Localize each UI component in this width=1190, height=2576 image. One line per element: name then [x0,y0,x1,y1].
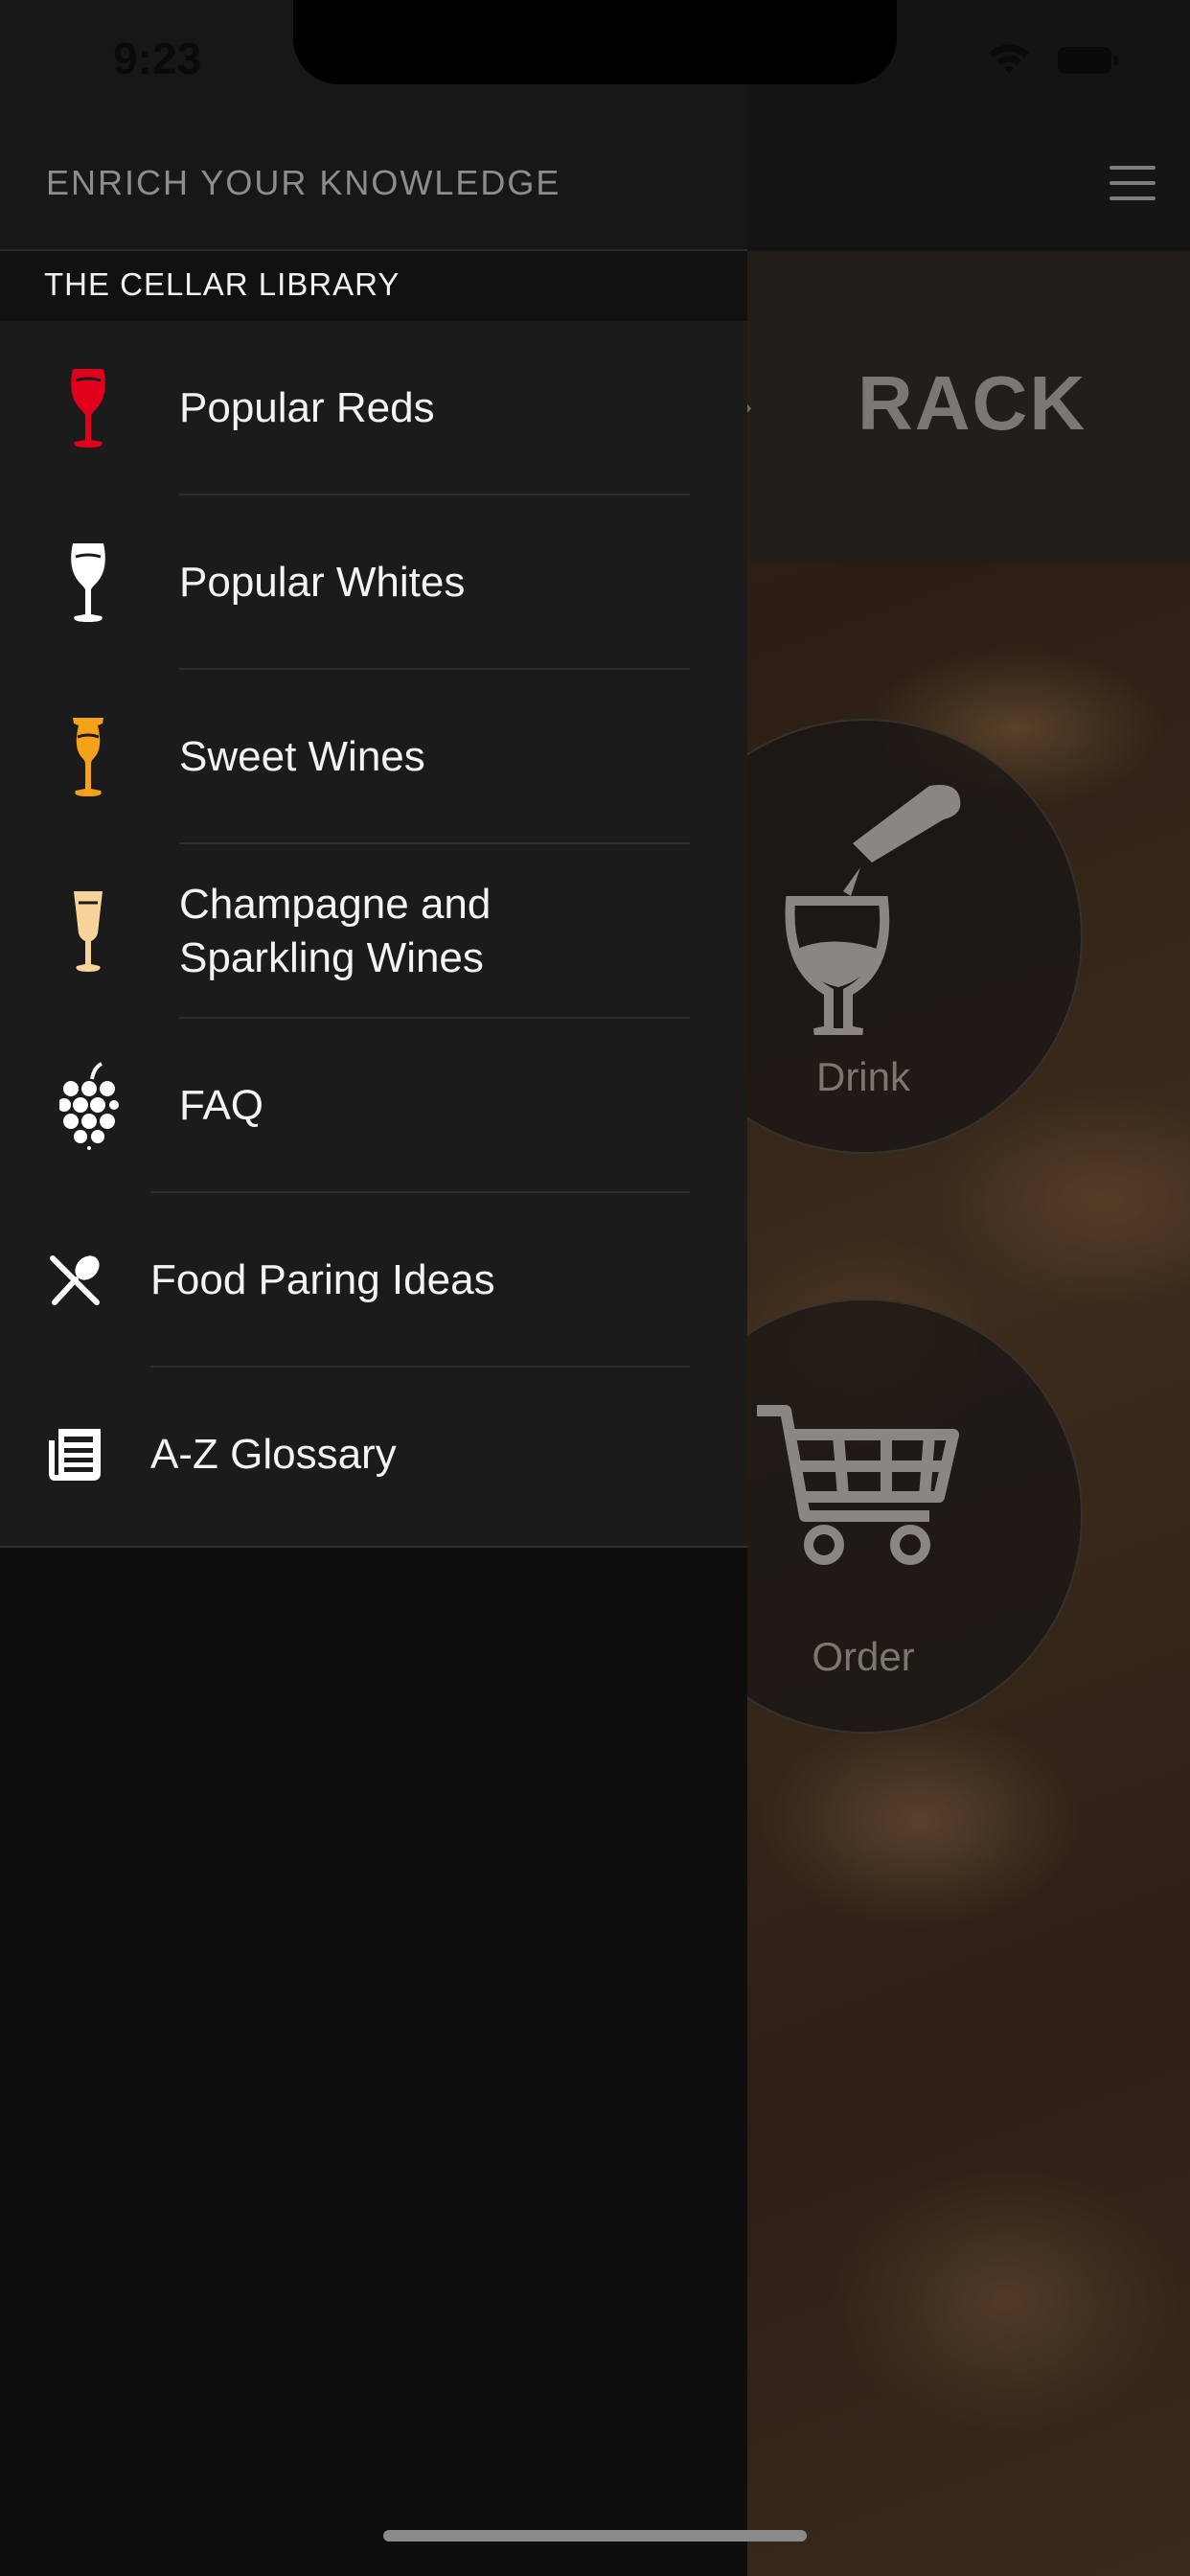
menu-item-label: Popular Whites [179,559,466,606]
white-wine-glass-icon [59,495,117,670]
banner-title: RACK [858,360,1087,446]
menu-item-label: Popular Reds [179,384,435,431]
status-bar: 9:23 [0,0,1190,125]
newspaper-icon [42,1368,107,1542]
battery-icon [1058,47,1118,74]
grapes-icon [56,1019,123,1193]
side-drawer: ENRICH YOUR KNOWLEDGE THE CELLAR LIBRARY… [0,0,747,2576]
menu-item-label: Food Paring Ideas [150,1256,495,1303]
menu-item-sweet-wines[interactable]: Sweet Wines [0,670,747,844]
hamburger-menu-icon[interactable] [1110,166,1157,200]
pouring-wine-icon [785,785,961,1035]
menu-item-popular-whites[interactable]: Popular Whites [0,495,747,670]
wifi-icon [989,44,1029,74]
device-notch [293,0,897,84]
menu-item-label: FAQ [179,1082,264,1129]
champagne-flute-icon [59,844,117,1019]
status-time: 9:23 [113,34,202,83]
menu-item-label: A-Z Glossary [150,1431,397,1478]
menu-item-label: Champagne and Sparkling Wines [179,881,492,981]
screen: › RACK Drink Order ENRICH [0,0,1190,2576]
fork-spoon-icon [44,1193,105,1368]
drawer-header-title: ENRICH YOUR KNOWLEDGE [46,163,561,202]
home-indicator[interactable] [383,2530,807,2542]
section-header: THE CELLAR LIBRARY [0,251,747,320]
shopping-cart-icon [757,1405,959,1565]
red-wine-glass-icon [59,321,117,495]
menu-item-popular-reds[interactable]: Popular Reds [0,321,747,495]
menu-item-champagne-sparkling[interactable]: Champagne and Sparkling Wines [0,844,747,1019]
menu-item-food-pairing[interactable]: Food Paring Ideas [0,1193,747,1368]
sweet-wine-glass-icon [59,670,117,844]
menu-item-label: Sweet Wines [179,733,425,780]
menu-item-faq[interactable]: FAQ [0,1019,747,1193]
menu-list: Popular Reds Popular Whites Sweet Wines … [0,321,747,1548]
section-header-title: THE CELLAR LIBRARY [44,266,400,302]
menu-item-glossary[interactable]: A-Z Glossary [0,1368,747,1542]
